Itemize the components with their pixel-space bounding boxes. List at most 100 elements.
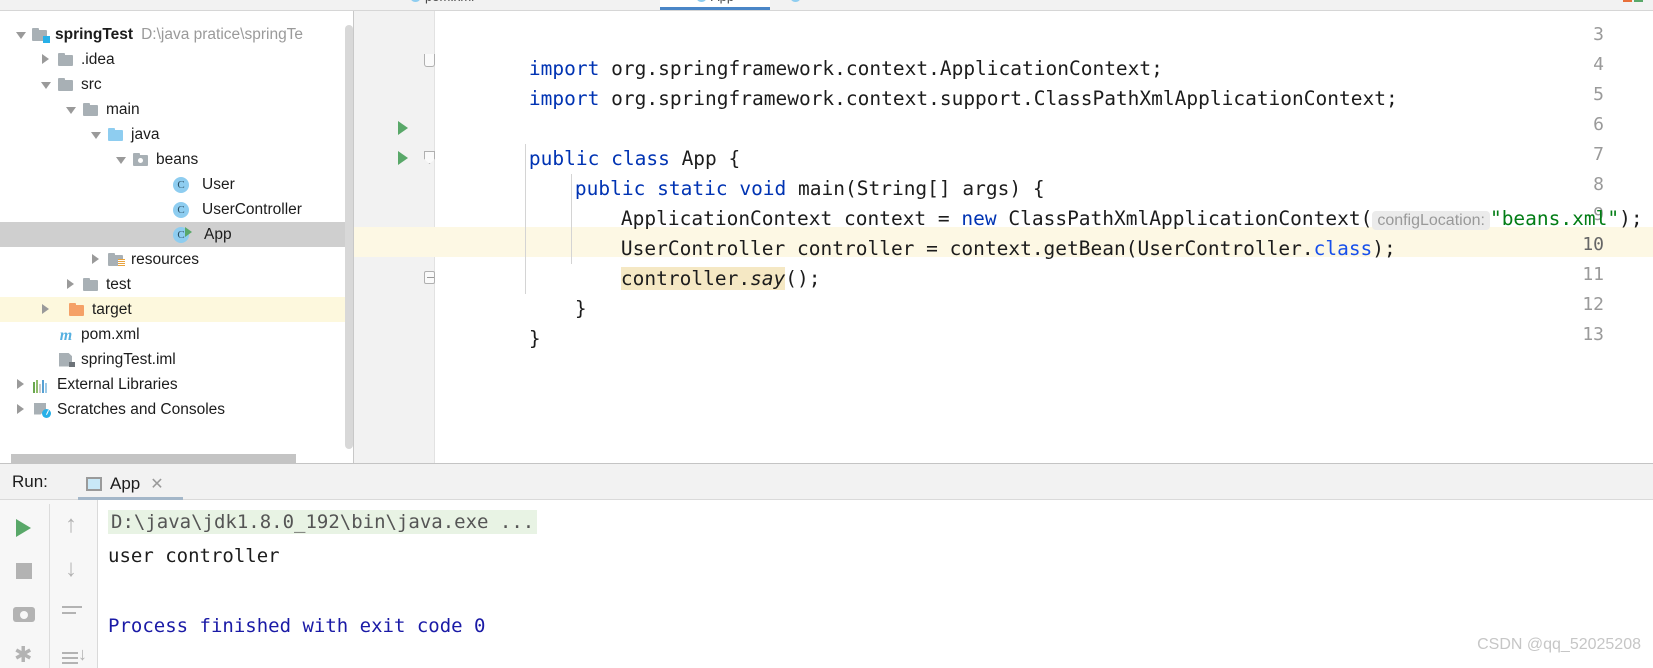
code-line-11[interactable]: } [435,264,587,320]
chevron-right-icon[interactable] [42,53,49,64]
project-folder-icon [31,27,50,43]
tree-node-User[interactable]: C User [11,172,345,197]
tree-node-label: target [92,300,132,318]
folder-icon [82,277,100,293]
editor-tab-pom[interactable]: pom.xml [410,0,474,10]
tree-node-main[interactable]: main [11,97,345,122]
chevron-right-icon[interactable] [42,303,49,314]
chevron-down-icon[interactable] [16,31,26,39]
excluded-folder-icon [68,302,86,318]
tree-node-test[interactable]: test [11,272,345,297]
run-window-label: Run: [12,472,48,491]
soft-wrap-icon[interactable] [53,594,93,632]
run-tab-app[interactable]: App ✕ [78,468,172,500]
project-tree[interactable]: springTest D:\java pratice\springTe .ide… [0,22,345,422]
tree-node-label: .idea [81,50,115,68]
java-class-icon: C [173,176,190,193]
arrow-down-icon[interactable] [53,552,93,590]
chevron-right-icon[interactable] [17,403,24,414]
code-line-6[interactable]: public class App { [435,114,740,170]
run-method-gutter-icon[interactable] [398,151,408,165]
inspection-icon[interactable] [1623,0,1632,2]
code-editor[interactable]: 3 4 5 6 7 8 9 10 11 12 13 import org.spr… [354,11,1653,463]
chevron-down-icon[interactable] [66,106,76,114]
tree-node-springTest[interactable]: springTest D:\java pratice\springTe [11,22,345,47]
code-token: ); [1619,207,1643,230]
xml-file-icon [410,0,421,2]
tree-node-external-libraries[interactable]: External Libraries [11,372,345,397]
code-token: (); [785,267,821,290]
code-token-keyword: import [528,87,600,110]
code-token: controller. [620,267,751,290]
maven-file-icon: m [59,326,73,344]
fold-region-end-icon[interactable] [424,271,435,284]
tree-node-label: resources [131,250,200,268]
tree-node-idea[interactable]: .idea [11,47,345,72]
code-line-9[interactable]: UserController controller = context.getB… [435,204,1396,260]
chevron-down-icon[interactable] [91,131,101,139]
resources-folder-icon [107,252,125,268]
run-tool-window[interactable]: Run: App ✕ D:\java\jdk1.8.0_192\bin\java… [0,463,1653,668]
chevron-right-icon[interactable] [17,378,24,389]
tree-node-label: src [81,75,102,93]
code-line-8[interactable]: ApplicationContext context = new ClassPa… [435,174,1643,230]
tree-node-label: pom.xml [81,325,140,343]
tree-node-iml[interactable]: springTest.iml [11,347,345,372]
code-line-3[interactable]: import org.springframework.context.Appli… [435,24,1163,80]
idea-window: pom.xml App springTest D:\java pratice\s… [0,0,1653,668]
tree-node-scratches[interactable]: Scratches and Consoles [11,397,345,422]
run-class-gutter-icon[interactable] [398,121,408,135]
code-token: } [574,297,587,320]
code-line-10[interactable]: controller.say(); [435,234,821,290]
external-libraries-icon [33,377,51,393]
code-line-4[interactable]: import org.springframework.context.suppo… [435,54,1398,110]
stop-button[interactable] [5,552,45,590]
run-tool-window-header: Run: App ✕ [0,464,1653,500]
arrow-up-icon[interactable] [53,508,93,546]
java-runnable-class-icon: C [173,226,192,243]
tree-node-label: test [106,275,131,293]
project-horizontal-scrollbar[interactable] [11,454,296,463]
console-exit-line: Process finished with exit code 0 [108,615,486,637]
scroll-to-end-icon[interactable] [53,640,93,668]
tree-node-UserController[interactable]: C UserController [11,197,345,222]
project-vertical-scrollbar[interactable] [345,25,353,449]
package-folder-icon [132,152,150,168]
project-tool-window[interactable]: springTest D:\java pratice\springTe .ide… [0,11,354,463]
editor-tab-extra[interactable] [790,0,805,10]
java-class-icon: C [173,201,190,218]
console-output[interactable]: D:\java\jdk1.8.0_192\bin\java.exe ... us… [99,500,1653,668]
wrench-icon[interactable] [5,640,45,668]
chevron-down-icon[interactable] [41,81,51,89]
toolbar-divider [49,504,50,668]
code-token: org.springframework.context.support.Clas… [599,87,1398,110]
camera-icon[interactable] [5,594,45,632]
run-toolbar[interactable] [0,500,98,668]
code-line-12[interactable]: } [435,294,541,350]
checkmark-icon[interactable] [1634,0,1643,2]
tree-node-label: springTest.iml [81,350,176,368]
chevron-down-icon[interactable] [116,156,126,164]
run-config-icon [86,477,102,491]
source-folder-icon [107,127,125,143]
code-line-7[interactable]: public static void main(String[] args) { [435,144,1045,200]
editor-tab-strip[interactable]: pom.xml App [0,0,1653,11]
tree-node-beans[interactable]: beans [11,147,345,172]
editor-tab-actions[interactable] [1623,0,1643,10]
fold-region-end-icon[interactable] [424,54,435,67]
tree-node-src[interactable]: src [11,72,345,97]
editor-text-area[interactable]: import org.springframework.context.Appli… [435,11,1653,463]
tree-node-label: UserController [202,200,302,218]
console-output-line: user controller [108,545,280,567]
tree-node-App[interactable]: C App [0,222,345,247]
close-icon[interactable]: ✕ [150,474,163,494]
tree-node-resources[interactable]: resources [11,247,345,272]
tree-node-label: beans [156,150,199,168]
chevron-right-icon[interactable] [67,278,74,289]
tree-node-java[interactable]: java [11,122,345,147]
rerun-button[interactable] [5,508,45,546]
chevron-right-icon[interactable] [92,253,99,264]
folder-icon [82,102,100,118]
tree-node-pom[interactable]: m pom.xml [11,322,345,347]
tree-node-target[interactable]: target [0,297,345,322]
